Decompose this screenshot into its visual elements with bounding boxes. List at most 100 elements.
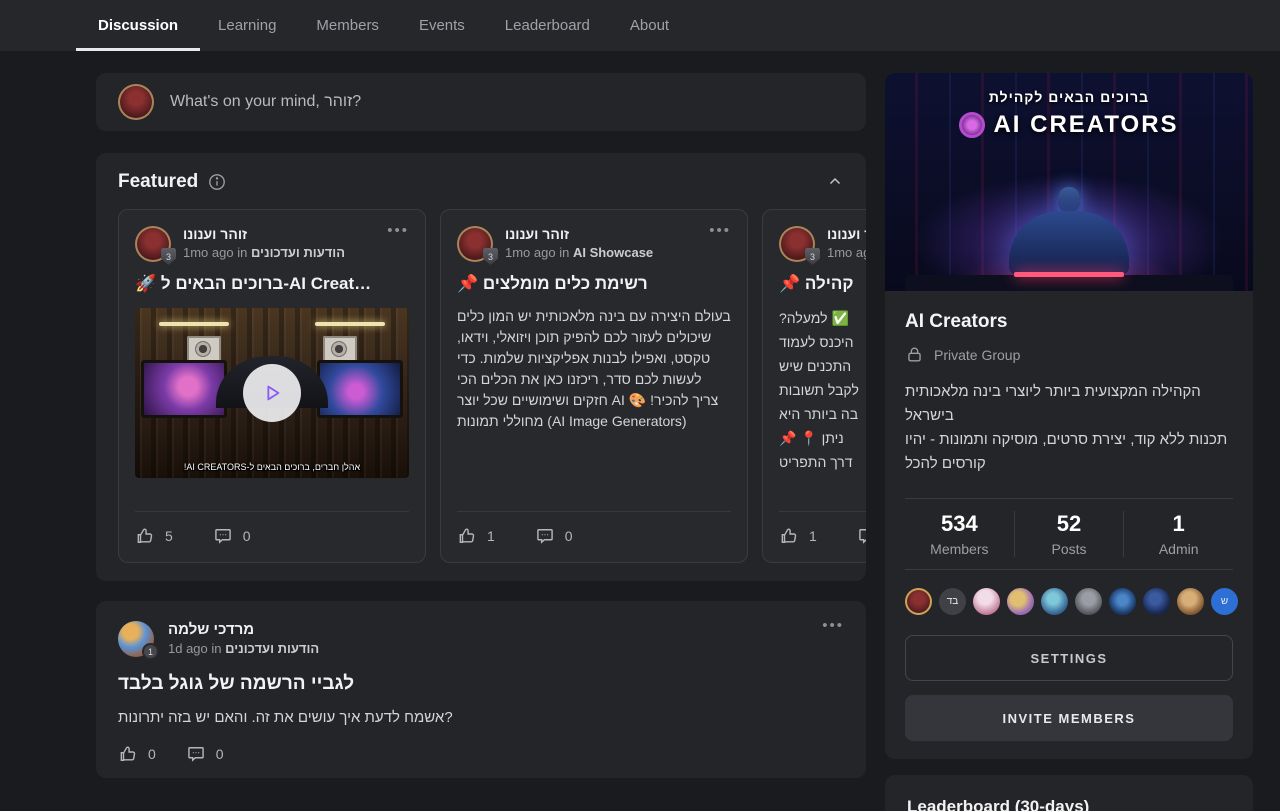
post-meta: 1mo ago in bbox=[827, 245, 866, 260]
tab-leaderboard[interactable]: Leaderboard bbox=[503, 0, 592, 51]
composer-prompt[interactable]: What's on your mind, זוהר? bbox=[170, 93, 361, 111]
member-avatar[interactable]: ש bbox=[1211, 588, 1238, 615]
avatar[interactable]: 3 bbox=[457, 226, 493, 262]
feed-post[interactable]: 1 מרדכי שלמה 1d ago in הודעות ועדכונים •… bbox=[96, 601, 866, 778]
member-avatar[interactable] bbox=[1041, 588, 1068, 615]
play-button-icon[interactable] bbox=[243, 364, 301, 422]
thumbs-up-icon bbox=[135, 526, 155, 546]
featured-card-tools[interactable]: 3 זוהר וענונו 1mo ago in AI Showcase •••… bbox=[440, 209, 748, 563]
group-sidebar: ברוכים הבאים לקהילת AI CREATORS AI Creat… bbox=[885, 73, 1253, 811]
member-avatar[interactable] bbox=[973, 588, 1000, 615]
member-avatars-row: בד ש bbox=[905, 588, 1233, 615]
space-name[interactable]: AI Showcase bbox=[573, 245, 653, 260]
video-caption: אהלן חברים, ברוכים הבאים ל-AI CREATORS! bbox=[135, 462, 409, 472]
thumbs-up-icon bbox=[118, 744, 138, 764]
leaderboard-title: Leaderboard (30-days) bbox=[907, 797, 1231, 811]
featured-card-welcome[interactable]: 3 זוהר וענונו 1mo ago in הודעות ועדכונים… bbox=[118, 209, 426, 563]
member-avatar[interactable] bbox=[1007, 588, 1034, 615]
post-title[interactable]: 📌 קהילה bbox=[779, 274, 866, 294]
body-line: דרך התפריט bbox=[779, 450, 866, 474]
brain-logo-icon bbox=[959, 112, 985, 138]
kebab-menu-icon[interactable]: ••• bbox=[387, 226, 409, 236]
tab-about[interactable]: About bbox=[628, 0, 671, 51]
member-avatar[interactable] bbox=[1143, 588, 1170, 615]
featured-title: Featured bbox=[118, 171, 198, 193]
comment-button[interactable]: 0 bbox=[535, 526, 573, 546]
member-avatar[interactable] bbox=[1075, 588, 1102, 615]
feed-column: What's on your mind, זוהר? Featured bbox=[96, 73, 866, 811]
featured-cards-row: 3 זוהר וענונו 1mo ago in הודעות ועדכונים… bbox=[118, 209, 866, 563]
kebab-menu-icon[interactable]: ••• bbox=[709, 226, 731, 236]
stat-label: Members bbox=[905, 541, 1014, 557]
current-user-avatar[interactable] bbox=[118, 84, 154, 120]
tab-events[interactable]: Events bbox=[417, 0, 467, 51]
timestamp: 1d ago in bbox=[168, 641, 222, 656]
like-button[interactable]: 1 bbox=[457, 526, 495, 546]
comment-icon bbox=[535, 526, 555, 546]
like-button[interactable]: 0 bbox=[118, 744, 156, 764]
timestamp: 1mo ago in bbox=[827, 245, 866, 260]
speaker bbox=[187, 336, 221, 362]
community-top-nav: Discussion Learning Members Events Leade… bbox=[0, 0, 1280, 51]
member-avatar[interactable] bbox=[1177, 588, 1204, 615]
featured-card-community[interactable]: 3 זוהר וענונו 1mo ago in ••• 📌 קהילה bbox=[762, 209, 866, 563]
chevron-up-icon[interactable] bbox=[826, 173, 844, 191]
banner-welcome-text: ברוכים הבאים לקהילת bbox=[885, 89, 1253, 105]
like-count: 5 bbox=[165, 528, 173, 544]
invite-members-button[interactable]: INVITE MEMBERS bbox=[905, 695, 1233, 741]
group-name: AI Creators bbox=[905, 311, 1233, 333]
like-button[interactable]: 1 bbox=[779, 526, 817, 546]
group-description: הקהילה המקצועית ביותר ליוצרי בינה מלאכות… bbox=[905, 380, 1233, 476]
author-name[interactable]: זוהר וענונו bbox=[183, 226, 375, 242]
avatar[interactable]: 1 bbox=[118, 621, 154, 657]
body-line: היכנס לעמוד bbox=[779, 330, 866, 354]
like-count: 1 bbox=[487, 528, 495, 544]
post-meta: 1mo ago in הודעות ועדכונים bbox=[183, 245, 375, 260]
featured-section: Featured 3 bbox=[96, 153, 866, 581]
group-info-card: ברוכים הבאים לקהילת AI CREATORS AI Creat… bbox=[885, 73, 1253, 759]
member-avatar[interactable] bbox=[1109, 588, 1136, 615]
comment-count: 0 bbox=[243, 528, 251, 544]
timestamp: 1mo ago in bbox=[183, 245, 247, 260]
comment-button[interactable]: 0 bbox=[857, 526, 866, 546]
space-name[interactable]: הודעות ועדכונים bbox=[251, 245, 345, 260]
stat-label: Posts bbox=[1015, 541, 1124, 557]
stat-members[interactable]: 534 Members bbox=[905, 511, 1014, 557]
comment-button[interactable]: 0 bbox=[213, 526, 251, 546]
tab-members[interactable]: Members bbox=[314, 0, 381, 51]
post-composer[interactable]: What's on your mind, זוהר? bbox=[96, 73, 866, 131]
comment-icon bbox=[186, 744, 206, 764]
body-line: לקבל תשובות bbox=[779, 378, 866, 402]
avatar[interactable]: 3 bbox=[779, 226, 815, 262]
thumbs-up-icon bbox=[457, 526, 477, 546]
banner-figure bbox=[1009, 187, 1129, 275]
group-privacy-label: Private Group bbox=[934, 347, 1020, 363]
author-name[interactable]: זוהר וענונו bbox=[505, 226, 697, 242]
level-badge: 3 bbox=[161, 248, 176, 265]
banner-brand-text: AI CREATORS bbox=[993, 111, 1178, 139]
like-button[interactable]: 5 bbox=[135, 526, 173, 546]
stat-admins[interactable]: 1 Admin bbox=[1123, 511, 1233, 557]
member-avatar[interactable] bbox=[905, 588, 932, 615]
tab-learning[interactable]: Learning bbox=[216, 0, 278, 51]
kebab-menu-icon[interactable]: ••• bbox=[822, 621, 844, 631]
post-title[interactable]: 📌 רשימת כלים מומלצים bbox=[457, 274, 731, 294]
settings-button[interactable]: SETTINGS bbox=[905, 635, 1233, 681]
stat-posts[interactable]: 52 Posts bbox=[1014, 511, 1124, 557]
post-body: ✅ למעלה? היכנס לעמוד התכנים שיש לקבל תשו… bbox=[779, 306, 866, 474]
avatar[interactable]: 3 bbox=[135, 226, 171, 262]
post-meta: 1mo ago in AI Showcase bbox=[505, 245, 697, 260]
group-stats: 534 Members 52 Posts 1 Admin bbox=[905, 498, 1233, 570]
author-name[interactable]: זוהר וענונו bbox=[827, 226, 866, 242]
member-avatar[interactable]: בד bbox=[939, 588, 966, 615]
post-title[interactable]: 🚀 ברוכים הבאים ל-AI Creat… bbox=[135, 274, 409, 294]
post-title[interactable]: לגביי הרשמה של גוגל בלבד bbox=[118, 673, 844, 695]
video-thumbnail[interactable]: אהלן חברים, ברוכים הבאים ל-AI CREATORS! bbox=[135, 308, 409, 478]
level-badge: 3 bbox=[483, 248, 498, 265]
info-icon[interactable] bbox=[208, 173, 226, 191]
space-name[interactable]: הודעות ועדכונים bbox=[225, 641, 319, 656]
comment-button[interactable]: 0 bbox=[186, 744, 224, 764]
author-name[interactable]: מרדכי שלמה bbox=[168, 621, 808, 638]
tab-discussion[interactable]: Discussion bbox=[96, 0, 180, 51]
group-cover-image: ברוכים הבאים לקהילת AI CREATORS bbox=[885, 73, 1253, 291]
